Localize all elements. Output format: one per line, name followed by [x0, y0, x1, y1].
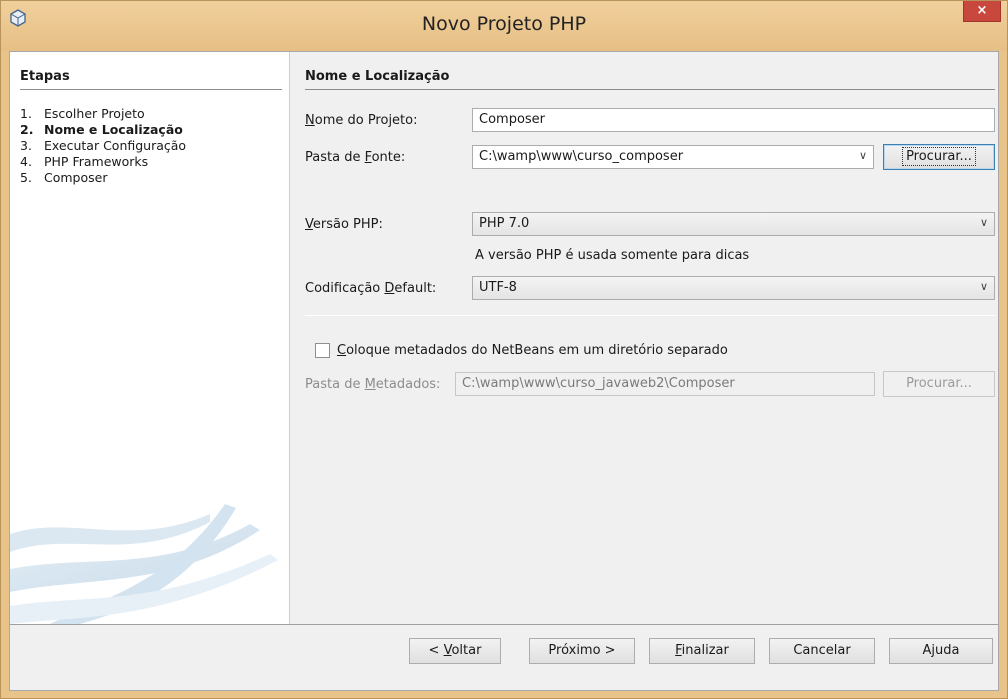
php-version-select[interactable]: PHP 7.0 ∨ — [472, 212, 995, 236]
form-panel: Nome e Localização Nome do Projeto: Comp… — [291, 52, 998, 624]
step-label: Nome e Localização — [44, 122, 183, 137]
chevron-down-icon: ∨ — [979, 280, 988, 293]
title-bar[interactable]: Novo Projeto PHP × — [1, 1, 1007, 51]
finish-button[interactable]: Finalizar — [649, 638, 755, 664]
metadata-folder-input[interactable]: C:\wamp\www\curso_javaweb2\Composer — [455, 372, 875, 396]
step-item: 3. Executar Configuração — [20, 138, 187, 153]
step-item: 1. Escolher Projeto — [20, 106, 145, 121]
metadata-checkbox-label[interactable]: Coloque metadados do NetBeans em um dire… — [337, 343, 728, 358]
encoding-label: Codificação Default: — [305, 281, 437, 296]
dialog-window: Novo Projeto PHP × Etapas 1. Escolher Pro… — [0, 0, 1008, 699]
steps-divider — [20, 89, 282, 90]
php-version-value: PHP 7.0 — [479, 216, 530, 231]
footer-divider — [10, 624, 998, 625]
step-item-current: 2. Nome e Localização — [20, 122, 183, 137]
help-button[interactable]: Ajuda — [889, 638, 993, 664]
php-version-hint: A versão PHP é usada somente para dicas — [475, 248, 750, 263]
step-label: Composer — [44, 170, 108, 185]
next-button[interactable]: Próximo > — [529, 638, 635, 664]
cancel-button[interactable]: Cancelar — [769, 638, 875, 664]
encoding-value: UTF-8 — [479, 280, 517, 295]
dialog-client-area: Etapas 1. Escolher Projeto 2. Nome e Local… — [9, 51, 999, 691]
back-button[interactable]: < Voltar — [409, 638, 501, 664]
window-title: Novo Projeto PHP — [421, 13, 587, 35]
encoding-select[interactable]: UTF-8 ∨ — [472, 276, 995, 300]
source-folder-value: C:\wamp\www\curso_composer — [479, 149, 684, 164]
netbeans-swoosh-graphic — [10, 504, 278, 624]
browse-metadata-button[interactable]: Procurar... — [883, 371, 995, 397]
step-label: Executar Configuração — [44, 138, 187, 153]
steps-title: Etapas — [20, 69, 70, 84]
chevron-down-icon[interactable]: ∨ — [859, 149, 867, 162]
form-separator — [305, 315, 995, 316]
source-folder-label: Pasta de Fonte: — [305, 150, 406, 165]
chevron-down-icon: ∨ — [979, 216, 988, 229]
section-title: Nome e Localização — [305, 69, 450, 84]
metadata-folder-label: Pasta de Metadados: — [305, 377, 441, 392]
browse-source-button[interactable]: Procurar... — [883, 144, 995, 170]
step-label: Escolher Projeto — [44, 106, 145, 121]
step-label: PHP Frameworks — [44, 154, 149, 169]
close-icon: × — [976, 3, 988, 18]
section-divider — [305, 89, 995, 90]
metadata-checkbox[interactable] — [315, 343, 330, 358]
close-button[interactable]: × — [963, 1, 1001, 22]
project-name-input[interactable]: Composer — [472, 108, 995, 132]
step-item: 4. PHP Frameworks — [20, 154, 149, 169]
php-version-label: Versão PHP: — [305, 217, 383, 232]
project-name-label: Nome do Projeto: — [305, 113, 418, 128]
step-item: 5. Composer — [20, 170, 108, 185]
source-folder-combo[interactable]: C:\wamp\www\curso_composer ∨ — [472, 145, 874, 169]
steps-panel: Etapas 1. Escolher Projeto 2. Nome e Local… — [10, 52, 290, 624]
